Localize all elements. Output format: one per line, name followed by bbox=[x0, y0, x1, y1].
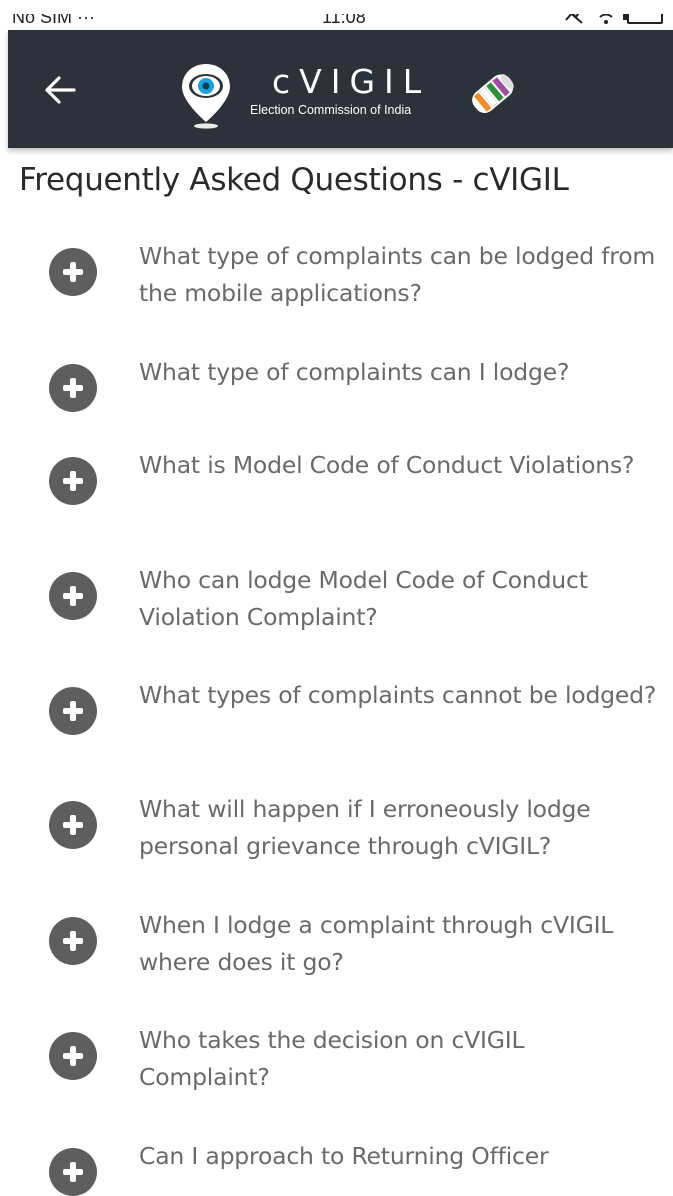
plus-circle-icon[interactable] bbox=[49, 801, 97, 849]
faq-question[interactable]: What type of complaints can be lodged fr… bbox=[139, 238, 659, 312]
wifi-icon bbox=[599, 14, 613, 24]
plus-circle-icon[interactable] bbox=[49, 1032, 97, 1080]
status-icons bbox=[563, 14, 663, 24]
carrier-label: No SIM ··· bbox=[12, 14, 95, 27]
status-bar: No SIM ··· 11:08 bbox=[8, 14, 673, 30]
faq-question[interactable]: Who can lodge Model Code of Conduct Viol… bbox=[139, 562, 659, 636]
brand: cVIGIL Election Commission of India bbox=[250, 62, 430, 118]
plus-circle-icon[interactable] bbox=[49, 364, 97, 412]
plus-circle-icon[interactable] bbox=[49, 917, 97, 965]
plus-circle-icon[interactable] bbox=[49, 687, 97, 735]
plus-circle-icon[interactable] bbox=[49, 457, 97, 505]
plus-circle-icon[interactable] bbox=[49, 1148, 97, 1196]
app-subtitle: Election Commission of India bbox=[250, 103, 412, 117]
faq-question[interactable]: Can I approach to Returning Officer bbox=[139, 1138, 659, 1175]
app-bar: cVIGIL Election Commission of India bbox=[8, 30, 673, 148]
faq-question[interactable]: What is Model Code of Conduct Violations… bbox=[139, 447, 659, 484]
faq-question[interactable]: Who takes the decision on cVIGIL Complai… bbox=[139, 1022, 659, 1096]
inked-finger-logo-icon bbox=[472, 74, 514, 114]
page-title: Frequently Asked Questions - cVIGIL bbox=[19, 162, 569, 198]
app-name: cVIGIL bbox=[272, 62, 431, 101]
battery-icon bbox=[623, 14, 663, 24]
clock: 11:08 bbox=[322, 14, 366, 27]
faq-question[interactable]: When I lodge a complaint through cVIGIL … bbox=[139, 907, 659, 981]
faq-question[interactable]: What will happen if I erroneously lodge … bbox=[139, 791, 659, 865]
silent-icon bbox=[565, 14, 583, 24]
faq-question[interactable]: What type of complaints can I lodge? bbox=[139, 354, 659, 391]
plus-circle-icon[interactable] bbox=[49, 572, 97, 620]
faq-question[interactable]: What types of complaints cannot be lodge… bbox=[139, 677, 659, 714]
plus-circle-icon[interactable] bbox=[49, 248, 97, 296]
arrow-left-icon[interactable] bbox=[42, 72, 80, 108]
location-pin-eye-icon bbox=[182, 64, 230, 129]
